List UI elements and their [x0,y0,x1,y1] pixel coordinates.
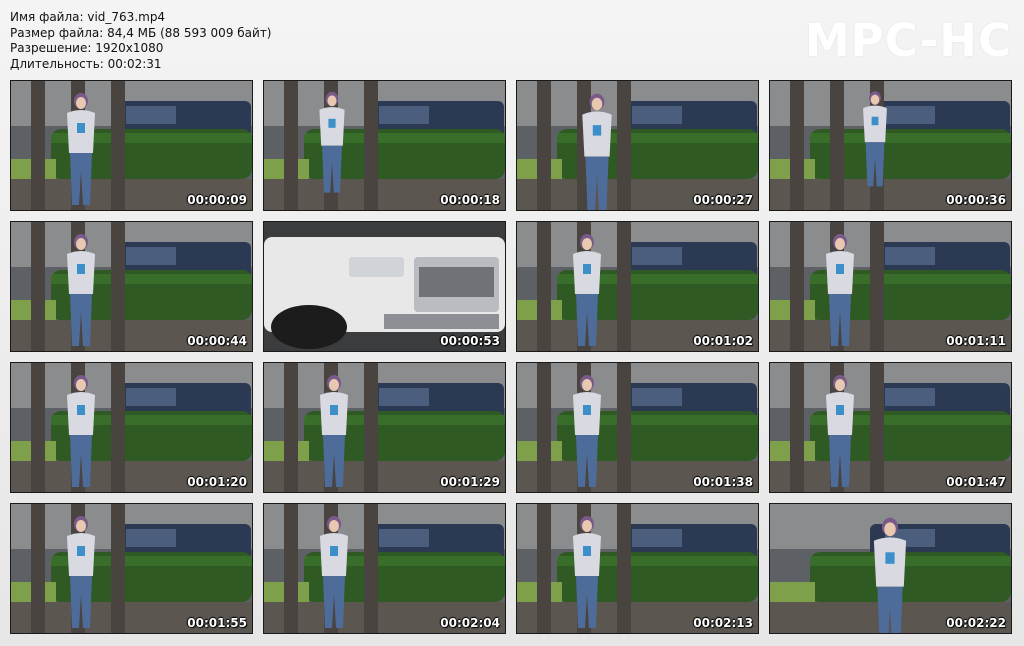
video-thumbnail: 00:00:09 [10,80,253,211]
video-thumbnail: 00:01:02 [516,221,759,352]
video-thumbnail: 00:02:22 [769,503,1012,634]
video-thumbnail: 00:00:53 [263,221,506,352]
thumbnail-timestamp: 00:02:13 [693,616,753,630]
video-thumbnail: 00:00:44 [10,221,253,352]
file-resolution: Разрешение: 1920x1080 [10,41,164,55]
video-thumbnail: 00:01:29 [263,362,506,493]
video-thumbnail: 00:01:55 [10,503,253,634]
thumbnail-grid: 00:00:09 00:00:18 00:00:27 00:00:36 00:0… [10,80,1012,634]
mpc-hc-logo: MPC-HC [804,14,1012,67]
video-thumbnail: 00:01:20 [10,362,253,493]
thumbnail-timestamp: 00:02:22 [946,616,1006,630]
video-thumbnail: 00:01:47 [769,362,1012,493]
thumbnail-timestamp: 00:01:47 [946,475,1006,489]
thumbnail-timestamp: 00:01:20 [187,475,247,489]
thumbnail-timestamp: 00:01:38 [693,475,753,489]
thumbnail-timestamp: 00:00:27 [693,193,753,207]
file-duration: Длительность: 00:02:31 [10,56,162,71]
thumbnail-timestamp: 00:01:11 [946,334,1006,348]
video-thumbnail: 00:00:36 [769,80,1012,211]
thumbnail-timestamp: 00:00:18 [440,193,500,207]
thumbnail-timestamp: 00:02:04 [440,616,500,630]
video-thumbnail: 00:02:13 [516,503,759,634]
thumbnail-timestamp: 00:01:29 [440,475,500,489]
video-thumbnail: 00:01:38 [516,362,759,493]
video-thumbnail: 00:00:18 [263,80,506,211]
thumbnail-timestamp: 00:01:02 [693,334,753,348]
video-thumbnail: 00:01:11 [769,221,1012,352]
thumbnail-timestamp: 00:00:36 [946,193,1006,207]
video-thumbnail: 00:02:04 [263,503,506,634]
thumbnail-timestamp: 00:00:44 [187,334,247,348]
file-size: Размер файла: 84,4 МБ (88 593 009 байт) [10,25,272,40]
thumbnail-timestamp: 00:00:09 [187,193,247,207]
thumbnail-timestamp: 00:01:55 [187,616,247,630]
video-thumbnail: 00:00:27 [516,80,759,211]
thumbnail-timestamp: 00:00:53 [440,334,500,348]
file-info: Имя файла: vid_763.mp4 Размер файла: 84,… [10,10,272,72]
file-name: Имя файла: vid_763.mp4 [10,10,166,24]
